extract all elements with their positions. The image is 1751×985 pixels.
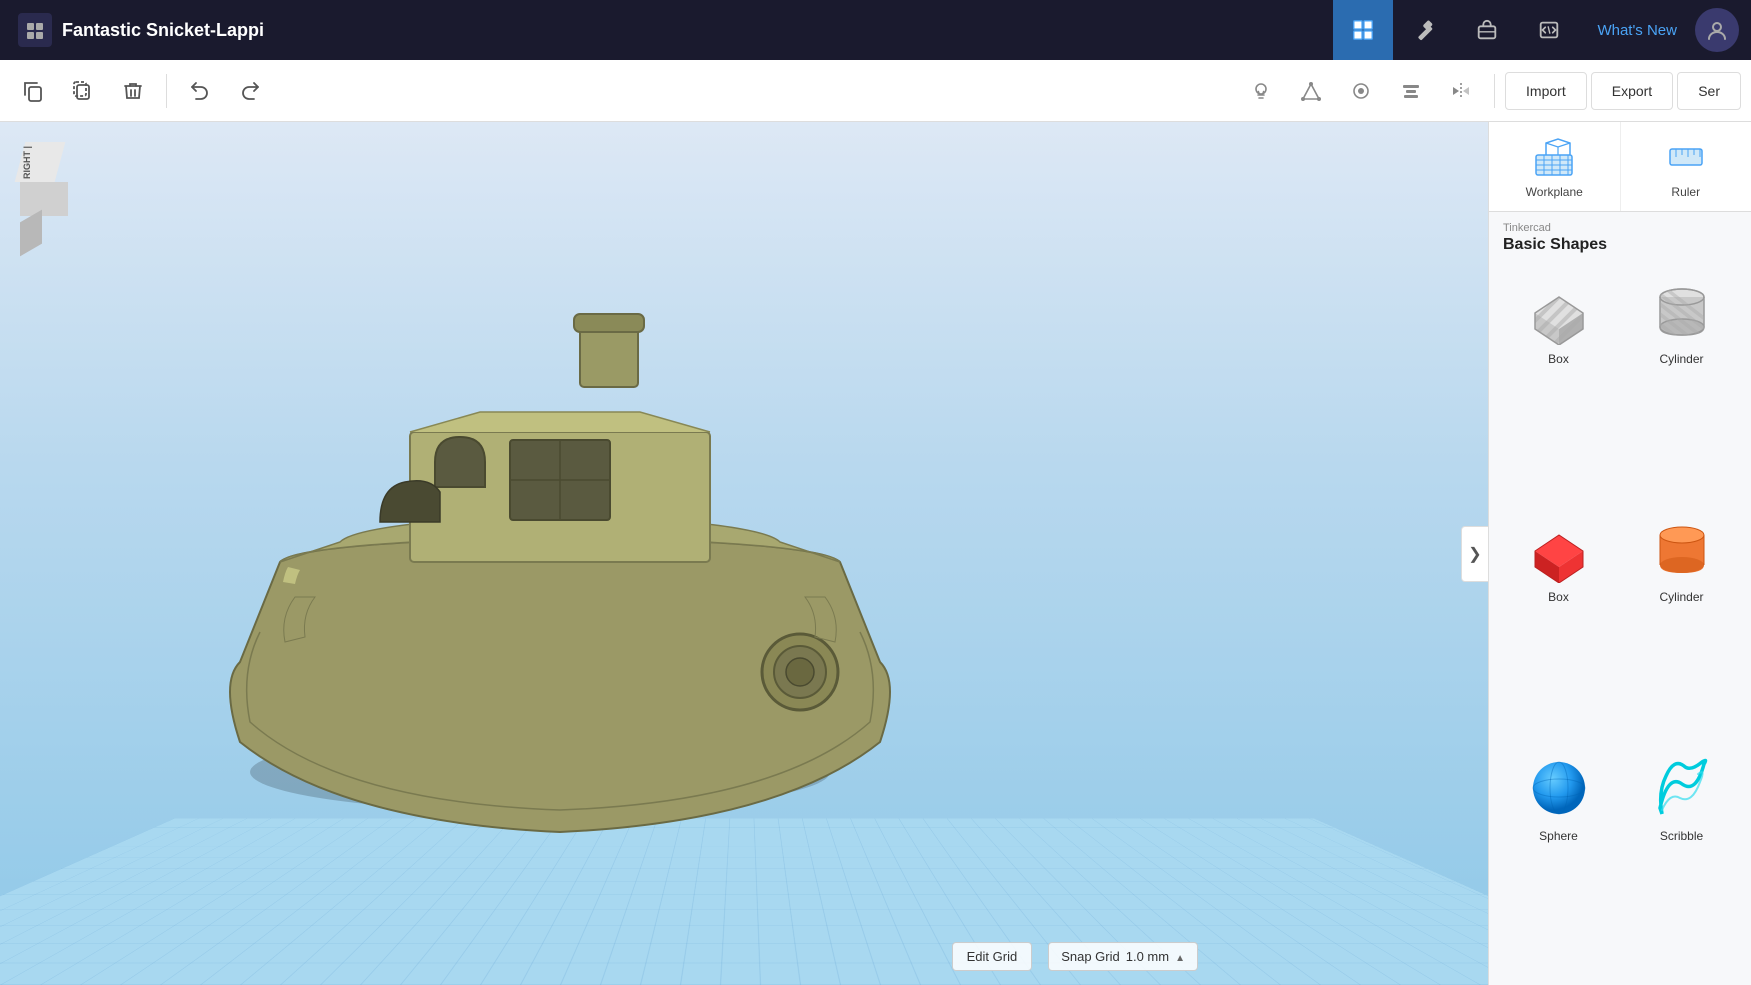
nav-tools	[1333, 0, 1579, 60]
shape-outline-button[interactable]	[1288, 68, 1334, 114]
top-navigation: Fantastic Snicket-Lappi	[0, 0, 1751, 60]
undo-button[interactable]	[177, 68, 223, 114]
3d-viewport[interactable]: RIGHT |	[0, 122, 1488, 985]
menu-button[interactable]	[18, 13, 52, 47]
boat-model	[140, 182, 960, 862]
sphere-blue-label: Sphere	[1539, 829, 1578, 843]
redo-button[interactable]	[227, 68, 273, 114]
shape-box-gray[interactable]: Box	[1501, 268, 1616, 498]
user-icon	[1706, 19, 1728, 41]
cylinder-gray-icon	[1647, 276, 1717, 346]
cylinder-gray-svg	[1648, 277, 1716, 345]
scribble-icon	[1647, 753, 1717, 823]
user-avatar-button[interactable]	[1695, 8, 1739, 52]
shape-solid-button[interactable]	[1338, 68, 1384, 114]
edit-grid-button[interactable]: Edit Grid	[952, 942, 1033, 971]
workplane-icon-container	[1532, 135, 1576, 179]
panel-tools: Workplane Ruler	[1489, 122, 1751, 212]
shape-scribble[interactable]: Scribble	[1624, 745, 1739, 975]
cylinder-orange-label: Cylinder	[1659, 590, 1703, 604]
sphere-blue-icon	[1524, 753, 1594, 823]
shapes-category: Basic Shapes	[1503, 236, 1737, 254]
send-button[interactable]: Ser	[1677, 72, 1741, 110]
brand-area: Fantastic Snicket-Lappi	[0, 13, 340, 47]
nav-gallery-button[interactable]	[1457, 0, 1517, 60]
copy-icon	[21, 79, 45, 103]
project-title: Fantastic Snicket-Lappi	[62, 20, 264, 41]
suitcase-icon	[1475, 18, 1499, 42]
snap-value-button[interactable]: ▲	[1175, 949, 1185, 964]
shape-outline-icon	[1300, 80, 1322, 102]
ruler-label: Ruler	[1671, 185, 1700, 199]
box-gray-label: Box	[1548, 352, 1569, 366]
duplicate-icon	[71, 79, 95, 103]
workplane-button[interactable]: Workplane	[1489, 122, 1621, 211]
nav-code-button[interactable]	[1519, 0, 1579, 60]
shape-sphere-blue[interactable]: Sphere	[1501, 745, 1616, 975]
scribble-label: Scribble	[1660, 829, 1703, 843]
cube-front-face: RIGHT |	[20, 182, 68, 216]
ruler-icon-container	[1664, 135, 1708, 179]
box-red-label: Box	[1548, 590, 1569, 604]
cube-right-label: RIGHT |	[22, 146, 32, 179]
trash-icon	[121, 79, 145, 103]
workplane-label: Workplane	[1526, 185, 1583, 199]
menu-icon	[25, 20, 45, 40]
sphere-blue-svg	[1525, 754, 1593, 822]
box-red-icon	[1524, 514, 1594, 584]
main-area: RIGHT |	[0, 122, 1751, 985]
cylinder-orange-icon	[1647, 514, 1717, 584]
nav-design-button[interactable]	[1333, 0, 1393, 60]
cylinder-gray-label: Cylinder	[1659, 352, 1703, 366]
mirror-icon	[1450, 80, 1472, 102]
ruler-button[interactable]: Ruler	[1621, 122, 1751, 211]
copy-button[interactable]	[10, 68, 56, 114]
snap-grid-label: Snap Grid	[1061, 949, 1120, 964]
export-button[interactable]: Export	[1591, 72, 1673, 110]
delete-button[interactable]	[110, 68, 156, 114]
toolbar-sep-2	[1494, 74, 1495, 108]
scribble-svg	[1648, 754, 1716, 822]
whats-new-button[interactable]: What's New	[1579, 22, 1695, 39]
align-icon	[1400, 80, 1422, 102]
snap-arrow: ▲	[1175, 953, 1185, 964]
boat-svg	[140, 182, 980, 862]
snap-value: 1.0 mm	[1126, 949, 1169, 964]
snap-grid-control: Snap Grid 1.0 mm ▲	[1048, 942, 1198, 971]
shape-box-red[interactable]: Box	[1501, 506, 1616, 736]
panel-collapse-button[interactable]: ❯	[1461, 526, 1489, 582]
light-toggle-button[interactable]	[1238, 68, 1284, 114]
toolbar-sep-1	[166, 74, 167, 108]
toolbar-right: Import Export Ser	[1238, 68, 1741, 114]
box-gray-icon	[1524, 276, 1594, 346]
align-button[interactable]	[1388, 68, 1434, 114]
duplicate-button[interactable]	[60, 68, 106, 114]
box-red-svg	[1525, 515, 1593, 583]
shape-cylinder-orange[interactable]: Cylinder	[1624, 506, 1739, 736]
cylinder-orange-svg	[1648, 515, 1716, 583]
chevron-right-icon: ❯	[1468, 544, 1481, 564]
shape-cylinder-gray[interactable]: Cylinder	[1624, 268, 1739, 498]
workplane-icon	[1532, 135, 1576, 179]
shape-solid-icon	[1350, 80, 1372, 102]
shapes-grid: Box	[1489, 258, 1751, 985]
nav-build-button[interactable]	[1395, 0, 1455, 60]
viewport-footer: Edit Grid Snap Grid 1.0 mm ▲	[952, 942, 1198, 971]
light-bulb-icon	[1250, 80, 1272, 102]
mirror-button[interactable]	[1438, 68, 1484, 114]
box-gray-svg	[1525, 277, 1593, 345]
orientation-cube[interactable]: RIGHT |	[20, 142, 88, 210]
import-button[interactable]: Import	[1505, 72, 1587, 110]
grid-squares-icon	[1351, 18, 1375, 42]
shapes-header: Tinkercad Basic Shapes	[1489, 212, 1751, 258]
ruler-icon	[1664, 135, 1708, 179]
hammer-icon	[1413, 18, 1437, 42]
right-panel: Workplane Ruler Ti	[1488, 122, 1751, 985]
toolbar: Import Export Ser	[0, 60, 1751, 122]
undo-icon	[188, 79, 212, 103]
shapes-provider: Tinkercad	[1503, 222, 1737, 234]
redo-icon	[238, 79, 262, 103]
code-brackets-icon	[1537, 18, 1561, 42]
